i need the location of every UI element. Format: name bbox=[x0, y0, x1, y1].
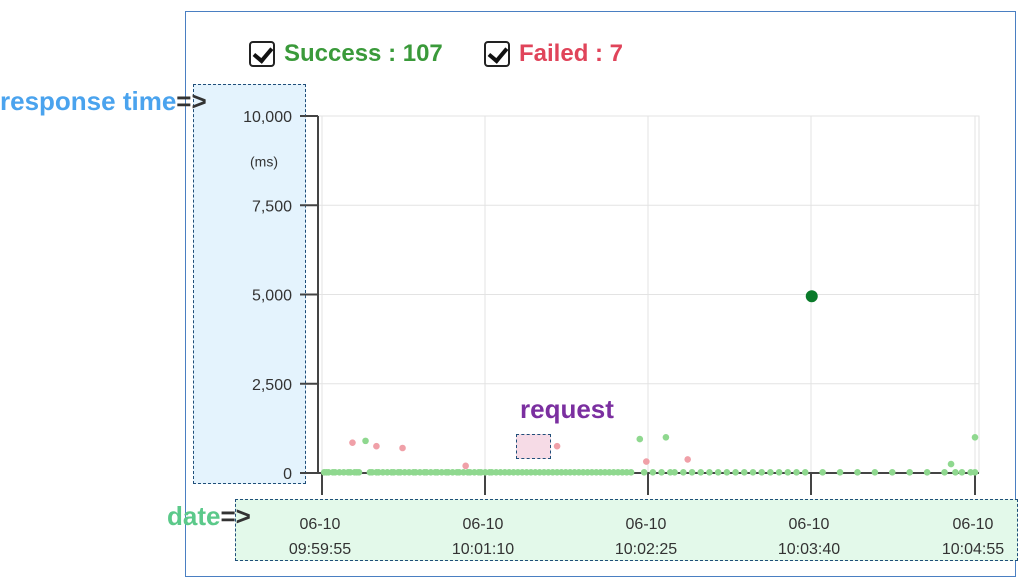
success-point bbox=[636, 435, 644, 443]
success-point bbox=[793, 468, 800, 476]
x-tick-time: 10:04:55 bbox=[942, 541, 1004, 558]
response-time-arrow: => bbox=[176, 86, 207, 116]
success-point bbox=[697, 468, 705, 476]
success-point bbox=[971, 434, 979, 441]
failed-point bbox=[349, 439, 356, 446]
success-point bbox=[871, 468, 879, 476]
success-point bbox=[680, 468, 687, 476]
success-point bbox=[627, 468, 635, 476]
success-point bbox=[941, 468, 948, 476]
success-point bbox=[740, 468, 748, 476]
success-point bbox=[947, 460, 955, 468]
success-point bbox=[649, 468, 657, 476]
success-point bbox=[662, 434, 670, 441]
failed-point bbox=[462, 462, 469, 470]
x-tick-time: 10:02:25 bbox=[615, 541, 677, 558]
success-point bbox=[836, 468, 844, 476]
success-point bbox=[688, 468, 696, 476]
success-point bbox=[640, 468, 648, 476]
x-tick-date: 06-10 bbox=[300, 516, 341, 533]
success-point bbox=[671, 468, 678, 476]
failed-point bbox=[684, 456, 691, 463]
success-point bbox=[801, 468, 809, 476]
failed-point bbox=[373, 442, 380, 450]
x-tick-time: 09:59:55 bbox=[289, 541, 351, 558]
success-point bbox=[749, 468, 757, 476]
response-time-label: response time bbox=[0, 86, 177, 116]
success-point bbox=[819, 468, 826, 476]
success-point bbox=[971, 468, 979, 476]
success-point bbox=[888, 468, 896, 476]
x-tick-date: 06-10 bbox=[463, 516, 504, 533]
y-tick-label: 2,500 bbox=[252, 377, 292, 394]
x-tick-date: 06-10 bbox=[953, 516, 994, 533]
x-tick-date: 06-10 bbox=[626, 516, 667, 533]
x-tick-time: 10:01:10 bbox=[452, 541, 514, 558]
success-point bbox=[775, 468, 783, 476]
success-point bbox=[906, 468, 913, 476]
success-point bbox=[714, 468, 722, 476]
response-time-annotation: response time=> bbox=[0, 86, 207, 117]
success-point bbox=[854, 468, 861, 476]
x-tick-time: 10:03:40 bbox=[778, 541, 840, 558]
success-point bbox=[952, 468, 959, 476]
failed-point bbox=[399, 444, 406, 452]
date-label: date bbox=[167, 501, 221, 531]
y-axis-unit: (ms) bbox=[250, 154, 278, 170]
success-point bbox=[706, 468, 713, 476]
success-point bbox=[723, 468, 731, 476]
date-annotation: date=> bbox=[167, 501, 251, 532]
failed-point bbox=[643, 458, 650, 465]
date-arrow: => bbox=[220, 501, 251, 531]
failed-point bbox=[553, 442, 561, 450]
x-tick-date: 06-10 bbox=[789, 516, 830, 533]
success-point bbox=[732, 468, 739, 476]
success-point bbox=[767, 468, 774, 476]
success-point bbox=[958, 468, 966, 476]
success-point-highlight bbox=[805, 290, 818, 303]
y-tick-label: 10,000 bbox=[243, 109, 292, 126]
success-point bbox=[362, 437, 369, 445]
y-tick-label: 5,000 bbox=[252, 288, 292, 305]
y-tick-label: 0 bbox=[283, 466, 292, 483]
request-annotation: request bbox=[520, 394, 614, 424]
success-point bbox=[355, 468, 363, 476]
success-point bbox=[923, 468, 931, 476]
success-point bbox=[758, 468, 765, 476]
success-point bbox=[658, 468, 665, 476]
success-point bbox=[784, 468, 792, 476]
y-tick-label: 7,500 bbox=[252, 198, 292, 215]
